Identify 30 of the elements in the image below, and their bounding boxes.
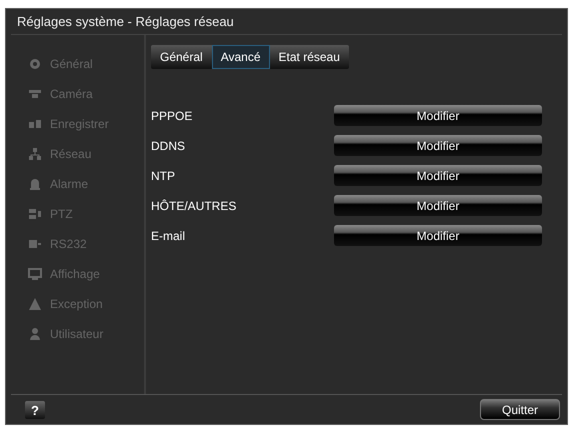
monitor-icon xyxy=(28,266,42,280)
setting-label: E-mail xyxy=(151,228,186,244)
tab[interactable]: Général xyxy=(151,44,212,68)
sidebar-label: Exception xyxy=(50,296,103,312)
sidebar-label: PTZ xyxy=(50,206,73,222)
help-button[interactable]: ? xyxy=(25,400,45,418)
warning-icon xyxy=(28,296,42,310)
sidebar-label: Caméra xyxy=(50,86,93,102)
modify-button[interactable]: Modifier xyxy=(334,195,542,216)
tab[interactable]: Etat réseau xyxy=(270,44,349,68)
tab[interactable]: Avancé xyxy=(212,44,270,68)
user-icon xyxy=(28,326,42,340)
modify-button[interactable]: Modifier xyxy=(334,165,542,186)
sidebar-label: Alarme xyxy=(50,176,88,192)
setting-label: PPPOE xyxy=(151,108,194,124)
sidebar-label: Enregistrer xyxy=(50,116,109,132)
sidebar-label: Réseau xyxy=(50,146,92,162)
sidebar-label: Général xyxy=(50,56,93,72)
setting-label: DDNS xyxy=(151,138,186,154)
modify-button[interactable]: Modifier xyxy=(334,135,542,156)
exit-button[interactable]: Quitter xyxy=(480,399,560,420)
network-icon xyxy=(28,146,42,160)
sidebar-label: RS232 xyxy=(50,236,87,252)
window-title: Réglages système - Réglages réseau xyxy=(11,9,562,34)
modify-button[interactable]: Modifier xyxy=(334,225,542,246)
sidebar-label: Affichage xyxy=(50,266,100,282)
setting-label: HÔTE/AUTRES xyxy=(151,198,238,214)
modify-button[interactable]: Modifier xyxy=(334,105,542,126)
setting-label: NTP xyxy=(151,168,176,184)
sidebar-label: Utilisateur xyxy=(50,326,104,342)
